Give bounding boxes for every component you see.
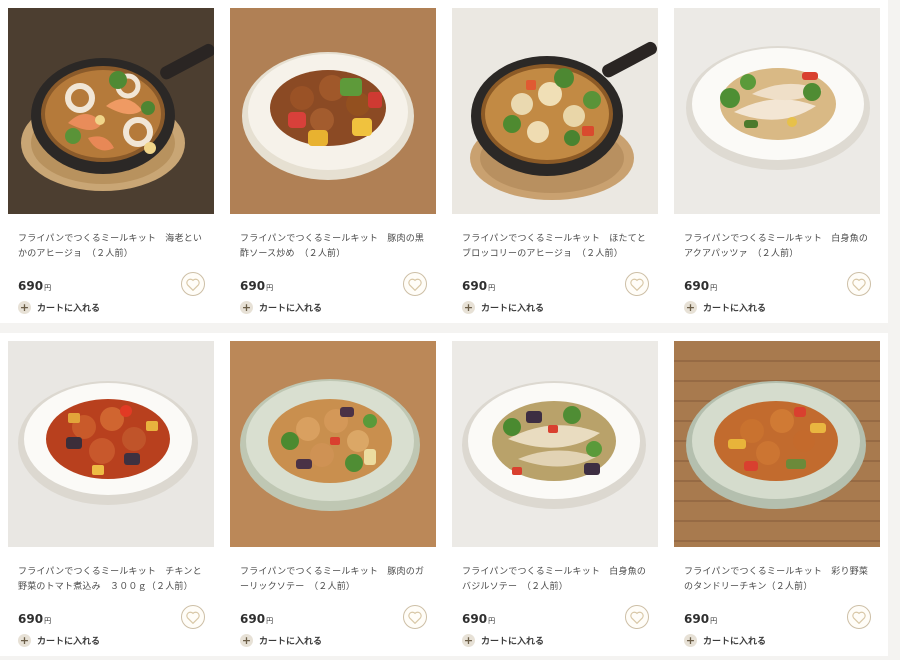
product-image[interactable] bbox=[230, 341, 436, 547]
tandoori-chicken-image bbox=[674, 341, 880, 547]
add-to-cart-label: カートに入れる bbox=[37, 637, 101, 647]
favorite-button[interactable] bbox=[625, 605, 649, 629]
scallop-broccoli-ajillo-image bbox=[452, 8, 658, 214]
add-to-cart-label: カートに入れる bbox=[37, 304, 101, 314]
add-to-cart-button[interactable]: + カートに入れる bbox=[462, 634, 544, 647]
add-to-cart-label: カートに入れる bbox=[259, 637, 323, 647]
price-value: 690 bbox=[684, 279, 710, 293]
currency-unit: 円 bbox=[488, 284, 496, 292]
product-image[interactable] bbox=[674, 8, 880, 214]
heart-icon bbox=[630, 611, 644, 624]
currency-unit: 円 bbox=[710, 617, 718, 625]
product-name[interactable]: フライパンでつくるミールキット 彩り野菜のタンドリーチキン（２人前） bbox=[684, 565, 870, 595]
product-price: 690円 bbox=[18, 612, 51, 626]
product-price: 690円 bbox=[18, 279, 51, 293]
add-to-cart-button[interactable]: + カートに入れる bbox=[18, 634, 100, 647]
white-fish-basil-saute-image bbox=[452, 341, 658, 547]
favorite-button[interactable] bbox=[625, 272, 649, 296]
chicken-tomato-stew-image bbox=[8, 341, 214, 547]
product-card[interactable]: フライパンでつくるミールキット チキンと野菜のトマト煮込み ３００ｇ（２人前） … bbox=[0, 333, 222, 656]
product-card[interactable]: フライパンでつくるミールキット ほたてとブロッコリーのアヒージョ （２人前） 6… bbox=[444, 0, 666, 323]
plus-icon: + bbox=[462, 301, 475, 314]
currency-unit: 円 bbox=[710, 284, 718, 292]
price-value: 690 bbox=[684, 612, 710, 626]
favorite-button[interactable] bbox=[181, 272, 205, 296]
add-to-cart-button[interactable]: + カートに入れる bbox=[684, 301, 766, 314]
plus-icon: + bbox=[462, 634, 475, 647]
product-price: 690円 bbox=[240, 279, 273, 293]
heart-icon bbox=[408, 278, 422, 291]
product-name[interactable]: フライパンでつくるミールキット ほたてとブロッコリーのアヒージョ （２人前） bbox=[462, 232, 648, 262]
heart-icon bbox=[408, 611, 422, 624]
price-value: 690 bbox=[18, 279, 44, 293]
product-price: 690円 bbox=[684, 279, 717, 293]
product-image[interactable] bbox=[230, 8, 436, 214]
plus-icon: + bbox=[240, 301, 253, 314]
add-to-cart-label: カートに入れる bbox=[703, 304, 767, 314]
product-image[interactable] bbox=[674, 341, 880, 547]
favorite-button[interactable] bbox=[847, 272, 871, 296]
product-name[interactable]: フライパンでつくるミールキット 豚肉の黒酢ソース炒め （２人前） bbox=[240, 232, 426, 262]
product-price: 690円 bbox=[462, 612, 495, 626]
product-image[interactable] bbox=[8, 341, 214, 547]
product-name[interactable]: フライパンでつくるミールキット チキンと野菜のトマト煮込み ３００ｇ（２人前） bbox=[18, 565, 204, 595]
currency-unit: 円 bbox=[266, 617, 274, 625]
price-value: 690 bbox=[462, 612, 488, 626]
plus-icon: + bbox=[684, 634, 697, 647]
product-card[interactable]: フライパンでつくるミールキット 豚肉のガーリックソテー （２人前） 690円 +… bbox=[222, 333, 444, 656]
add-to-cart-label: カートに入れる bbox=[481, 304, 545, 314]
shrimp-squid-ajillo-image bbox=[8, 8, 214, 214]
pork-black-vinegar-image bbox=[230, 8, 436, 214]
product-image[interactable] bbox=[8, 8, 214, 214]
currency-unit: 円 bbox=[266, 284, 274, 292]
add-to-cart-button[interactable]: + カートに入れる bbox=[462, 301, 544, 314]
product-name[interactable]: フライパンでつくるミールキット 豚肉のガーリックソテー （２人前） bbox=[240, 565, 426, 595]
product-card[interactable]: フライパンでつくるミールキット 彩り野菜のタンドリーチキン（２人前） 690円 … bbox=[666, 333, 888, 656]
favorite-button[interactable] bbox=[403, 272, 427, 296]
add-to-cart-button[interactable]: + カートに入れる bbox=[240, 634, 322, 647]
currency-unit: 円 bbox=[488, 617, 496, 625]
product-price: 690円 bbox=[684, 612, 717, 626]
add-to-cart-button[interactable]: + カートに入れる bbox=[240, 301, 322, 314]
product-card[interactable]: フライパンでつくるミールキット 白身魚のバジルソテー （２人前） 690円 + … bbox=[444, 333, 666, 656]
add-to-cart-button[interactable]: + カートに入れる bbox=[18, 301, 100, 314]
plus-icon: + bbox=[684, 301, 697, 314]
product-image[interactable] bbox=[452, 341, 658, 547]
add-to-cart-button[interactable]: + カートに入れる bbox=[684, 634, 766, 647]
price-value: 690 bbox=[462, 279, 488, 293]
currency-unit: 円 bbox=[44, 284, 52, 292]
product-name[interactable]: フライパンでつくるミールキット 白身魚のバジルソテー （２人前） bbox=[462, 565, 648, 595]
product-card[interactable]: フライパンでつくるミールキット 白身魚のアクアパッツァ （２人前） 690円 +… bbox=[666, 0, 888, 323]
product-image[interactable] bbox=[452, 8, 658, 214]
add-to-cart-label: カートに入れる bbox=[481, 637, 545, 647]
product-price: 690円 bbox=[240, 612, 273, 626]
price-value: 690 bbox=[240, 279, 266, 293]
plus-icon: + bbox=[18, 634, 31, 647]
white-fish-acqua-pazza-image bbox=[674, 8, 880, 214]
price-value: 690 bbox=[18, 612, 44, 626]
heart-icon bbox=[186, 611, 200, 624]
heart-icon bbox=[630, 278, 644, 291]
product-name[interactable]: フライパンでつくるミールキット 海老といかのアヒージョ （２人前） bbox=[18, 232, 204, 262]
favorite-button[interactable] bbox=[847, 605, 871, 629]
product-name[interactable]: フライパンでつくるミールキット 白身魚のアクアパッツァ （２人前） bbox=[684, 232, 870, 262]
add-to-cart-label: カートに入れる bbox=[259, 304, 323, 314]
favorite-button[interactable] bbox=[403, 605, 427, 629]
product-grid: フライパンでつくるミールキット 海老といかのアヒージョ （２人前） 690円 +… bbox=[0, 0, 900, 660]
price-value: 690 bbox=[240, 612, 266, 626]
heart-icon bbox=[852, 278, 866, 291]
add-to-cart-label: カートに入れる bbox=[703, 637, 767, 647]
product-card[interactable]: フライパンでつくるミールキット 海老といかのアヒージョ （２人前） 690円 +… bbox=[0, 0, 222, 323]
plus-icon: + bbox=[18, 301, 31, 314]
pork-garlic-saute-image bbox=[230, 341, 436, 547]
plus-icon: + bbox=[240, 634, 253, 647]
heart-icon bbox=[852, 611, 866, 624]
favorite-button[interactable] bbox=[181, 605, 205, 629]
product-card[interactable]: フライパンでつくるミールキット 豚肉の黒酢ソース炒め （２人前） 690円 + … bbox=[222, 0, 444, 323]
currency-unit: 円 bbox=[44, 617, 52, 625]
heart-icon bbox=[186, 278, 200, 291]
product-price: 690円 bbox=[462, 279, 495, 293]
